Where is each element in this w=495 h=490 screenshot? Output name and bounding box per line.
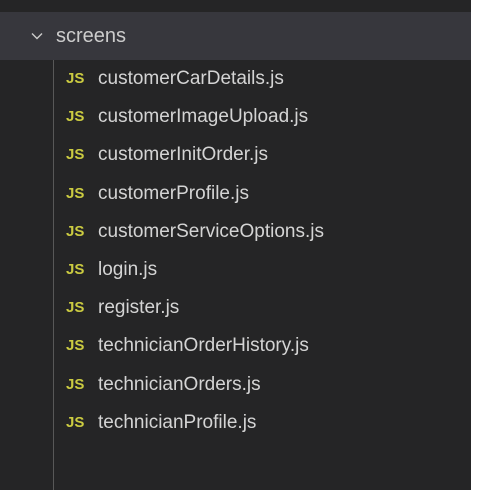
- file-item-customerImageUpload[interactable]: JS customerImageUpload.js: [0, 98, 471, 136]
- window-edge: [471, 0, 495, 490]
- file-name: customerServiceOptions.js: [98, 220, 324, 242]
- file-name: technicianProfile.js: [98, 411, 257, 433]
- file-name: customerInitOrder.js: [98, 144, 268, 166]
- js-file-icon: JS: [66, 222, 85, 240]
- file-item-register[interactable]: JS register.js: [0, 289, 471, 327]
- file-item-technicianOrderHistory[interactable]: JS technicianOrderHistory.js: [0, 327, 471, 365]
- js-file-icon: JS: [66, 299, 85, 317]
- file-name: login.js: [98, 258, 158, 280]
- file-name: technicianOrders.js: [98, 373, 261, 395]
- js-file-icon: JS: [66, 375, 85, 393]
- js-file-icon: JS: [66, 70, 85, 87]
- chevron-down-icon: [31, 33, 43, 40]
- file-name: customerImageUpload.js: [98, 106, 309, 128]
- file-name: customerProfile.js: [98, 182, 249, 204]
- folder-row-screens[interactable]: screens: [0, 12, 471, 60]
- file-item-customerServiceOptions[interactable]: JS customerServiceOptions.js: [0, 213, 471, 251]
- file-item-customerProfile[interactable]: JS customerProfile.js: [0, 175, 471, 213]
- file-name: technicianOrderHistory.js: [98, 335, 309, 357]
- file-explorer-panel: screens JS customerCarDetails.js JS cust…: [0, 0, 471, 490]
- folder-label: screens: [56, 25, 127, 47]
- file-name: register.js: [98, 297, 180, 319]
- file-item-technicianProfile[interactable]: JS technicianProfile.js: [0, 404, 471, 442]
- js-file-icon: JS: [66, 146, 85, 164]
- js-file-icon: JS: [66, 108, 85, 126]
- js-file-icon: JS: [66, 337, 85, 355]
- file-list: JS customerCarDetails.js JS customerImag…: [0, 60, 471, 442]
- file-item-technicianOrders[interactable]: JS technicianOrders.js: [0, 366, 471, 404]
- js-file-icon: JS: [66, 184, 85, 202]
- js-file-icon: JS: [66, 260, 85, 278]
- file-item-customerInitOrder[interactable]: JS customerInitOrder.js: [0, 136, 471, 174]
- js-file-icon: JS: [66, 413, 85, 431]
- file-item-login[interactable]: JS login.js: [0, 251, 471, 289]
- file-item-customerCarDetails[interactable]: JS customerCarDetails.js: [0, 60, 471, 98]
- file-name: customerCarDetails.js: [98, 68, 284, 89]
